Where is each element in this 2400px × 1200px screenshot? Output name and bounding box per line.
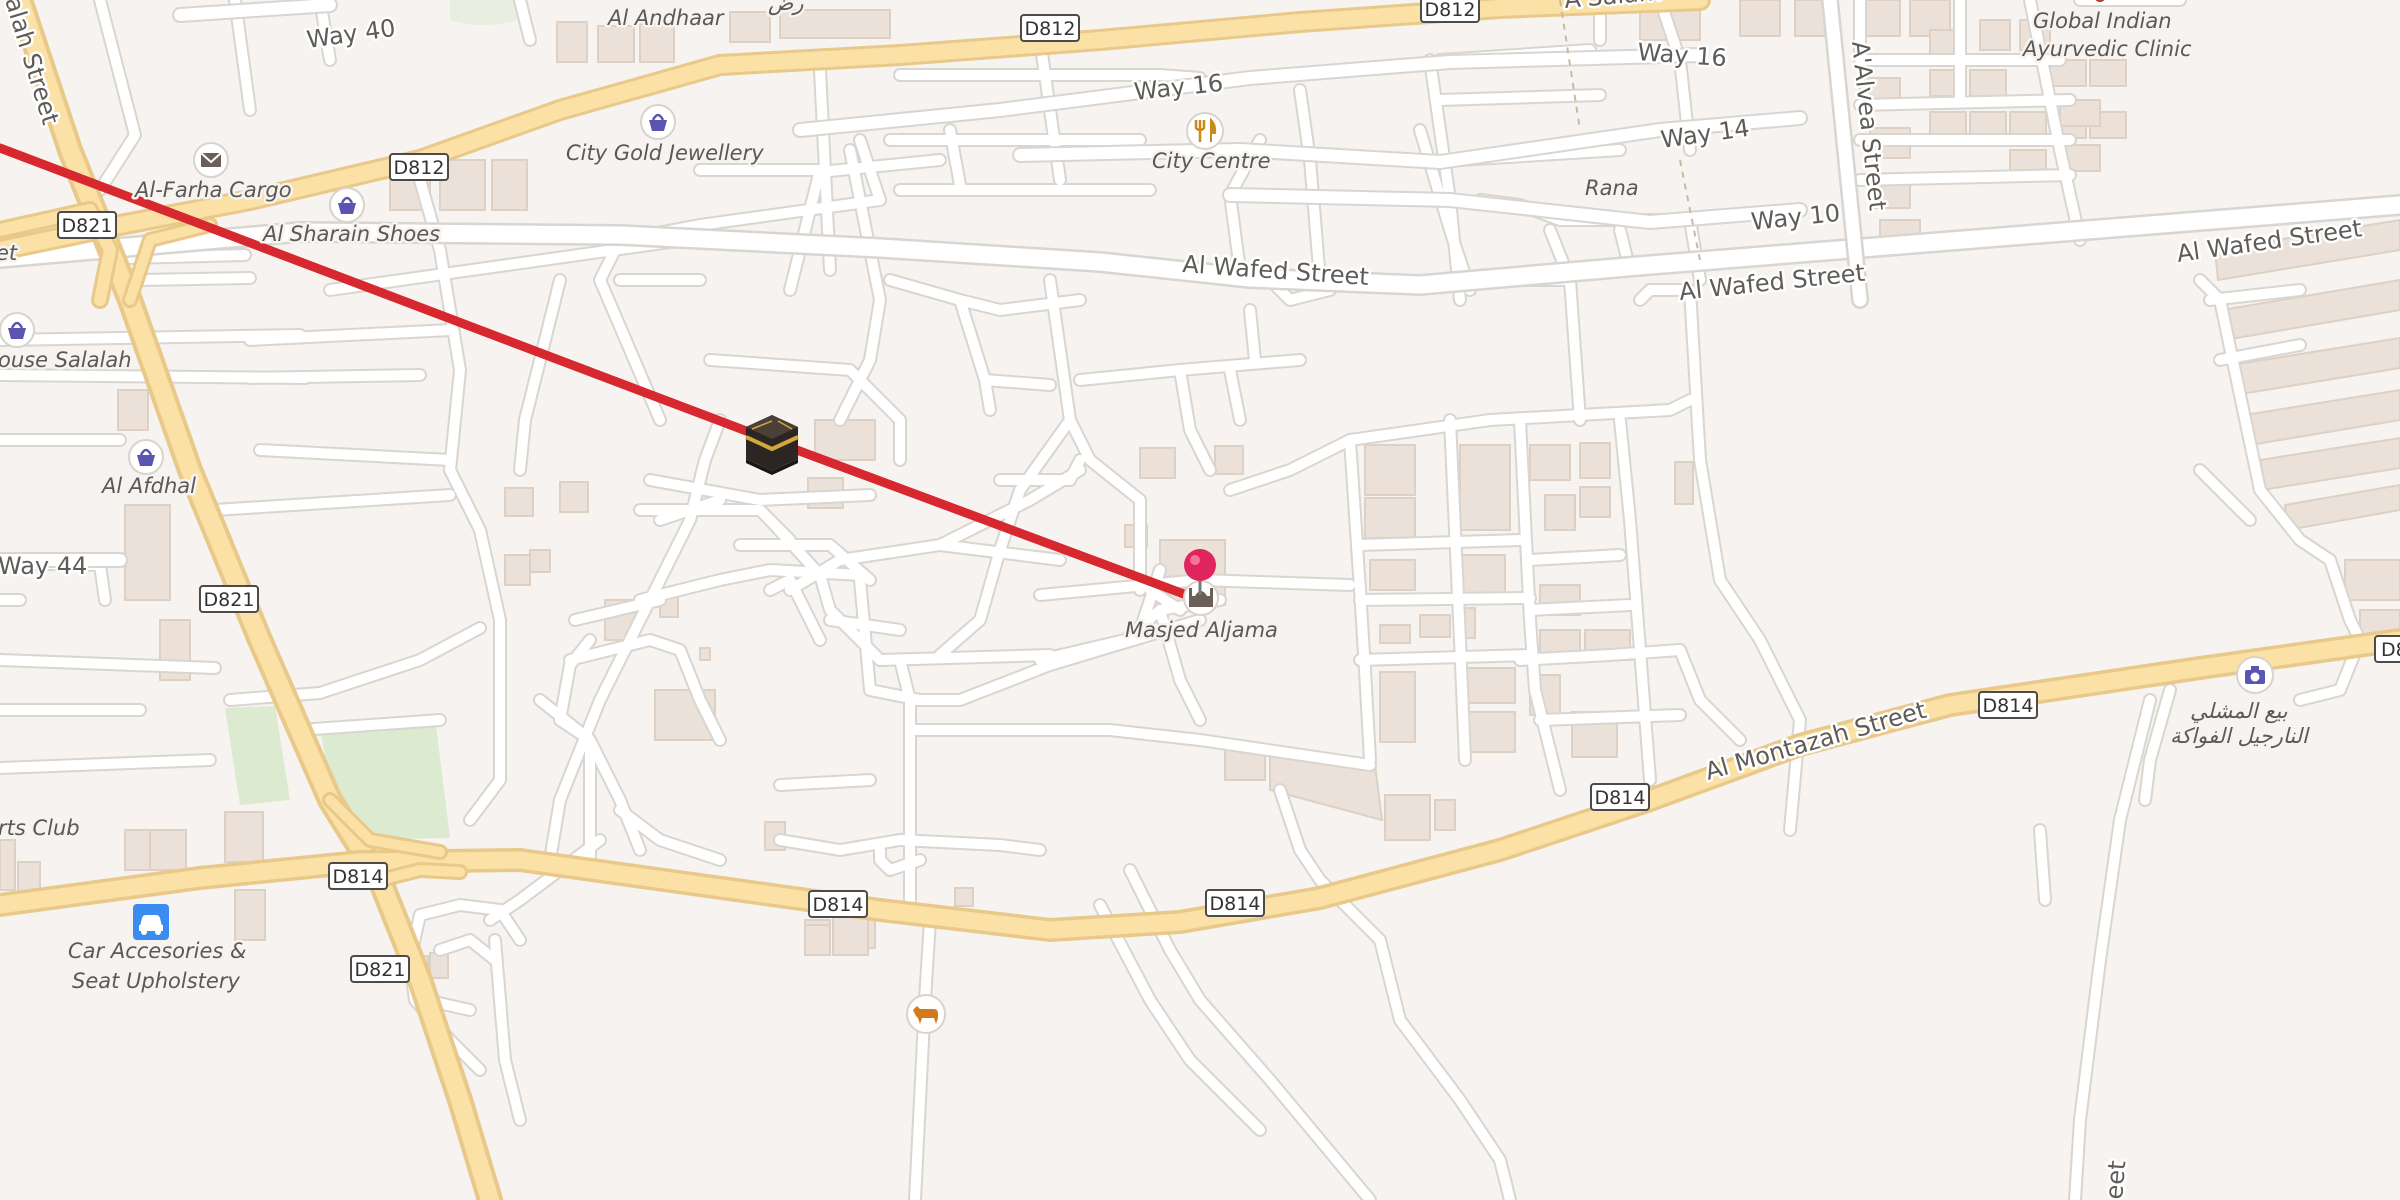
svg-text:D812: D812 xyxy=(1025,18,1076,40)
map-view[interactable]: D812 D812 D812 D821 D821 D821 D814 D814 xyxy=(0,0,2400,1200)
park-area xyxy=(450,0,520,25)
road-shield: D821 xyxy=(57,211,117,239)
place-label: ouse Salalah xyxy=(0,348,132,372)
svg-text:D812: D812 xyxy=(1425,0,1476,21)
svg-text:D814: D814 xyxy=(333,866,384,888)
place-label: Al-Farha Cargo xyxy=(133,178,292,202)
svg-text:D821: D821 xyxy=(355,959,406,981)
place-label: rts Club xyxy=(0,816,80,840)
place-label: Al Sharain Shoes xyxy=(261,222,440,246)
street-label: Rana xyxy=(1585,176,1639,200)
place-label: Al Andhaar xyxy=(606,6,725,30)
kaaba-icon[interactable] xyxy=(745,415,799,475)
place-label: Masjed Aljama xyxy=(1125,618,1278,642)
shopping-basket-icon[interactable] xyxy=(0,312,35,348)
road-shield: D812 xyxy=(1420,0,1480,23)
place-label: City Centre xyxy=(1152,149,1271,173)
cow-icon[interactable] xyxy=(906,994,946,1034)
shopping-basket-icon[interactable] xyxy=(640,104,676,140)
place-label: Global Indian xyxy=(2033,9,2172,33)
place-label: Al Afdhal xyxy=(100,474,196,498)
place-label: Seat Upholstery xyxy=(72,969,240,993)
svg-text:D821: D821 xyxy=(62,215,113,237)
place-label: النارجيل الفواكة xyxy=(2170,724,2310,749)
street-label: Way 16 xyxy=(1637,38,1728,72)
svg-text:D812: D812 xyxy=(394,157,445,179)
road-shield: D812 xyxy=(1020,14,1080,42)
road-shield: D812 xyxy=(389,153,449,181)
road-shield: D8 xyxy=(2374,635,2400,663)
svg-text:D814: D814 xyxy=(1595,787,1646,809)
svg-text:D814: D814 xyxy=(1983,695,2034,717)
street-label: Way 14 xyxy=(1659,114,1751,154)
park-areas xyxy=(225,0,520,840)
svg-text:D814: D814 xyxy=(813,894,864,916)
road-shield: D821 xyxy=(350,955,410,983)
street-label: Way 44 xyxy=(0,552,87,580)
svg-text:D814: D814 xyxy=(1210,893,1261,915)
road-shield: D814 xyxy=(1978,691,2038,719)
road-shield: D821 xyxy=(199,585,259,613)
shopping-basket-icon[interactable] xyxy=(128,439,164,475)
restaurant-icon[interactable] xyxy=(1186,112,1224,150)
svg-text:D821: D821 xyxy=(204,589,255,611)
place-label: Car Accesories & xyxy=(68,939,246,963)
mail-icon[interactable] xyxy=(193,142,229,178)
road-shield: D814 xyxy=(1590,783,1650,811)
shopping-basket-icon[interactable] xyxy=(329,187,365,223)
park-area xyxy=(225,706,290,805)
place-label: City Gold Jewellery xyxy=(566,141,764,165)
camera-icon[interactable] xyxy=(2236,656,2274,694)
street-label: Way 10 xyxy=(1750,199,1842,236)
map-canvas[interactable]: D812 D812 D812 D821 D821 D821 D814 D814 xyxy=(0,0,2400,1200)
road-shield: D814 xyxy=(1205,889,1265,917)
place-label: Ayurvedic Clinic xyxy=(2021,37,2192,61)
street-label: eet xyxy=(2100,1159,2131,1200)
place-label: et xyxy=(0,241,18,265)
svg-text:D8: D8 xyxy=(2381,639,2400,661)
road-shield: D814 xyxy=(808,890,868,918)
car-icon[interactable] xyxy=(133,904,169,940)
place-label: بيع المشلي xyxy=(2190,699,2288,724)
road-shield: D814 xyxy=(328,862,388,890)
place-label: رض xyxy=(768,0,804,16)
